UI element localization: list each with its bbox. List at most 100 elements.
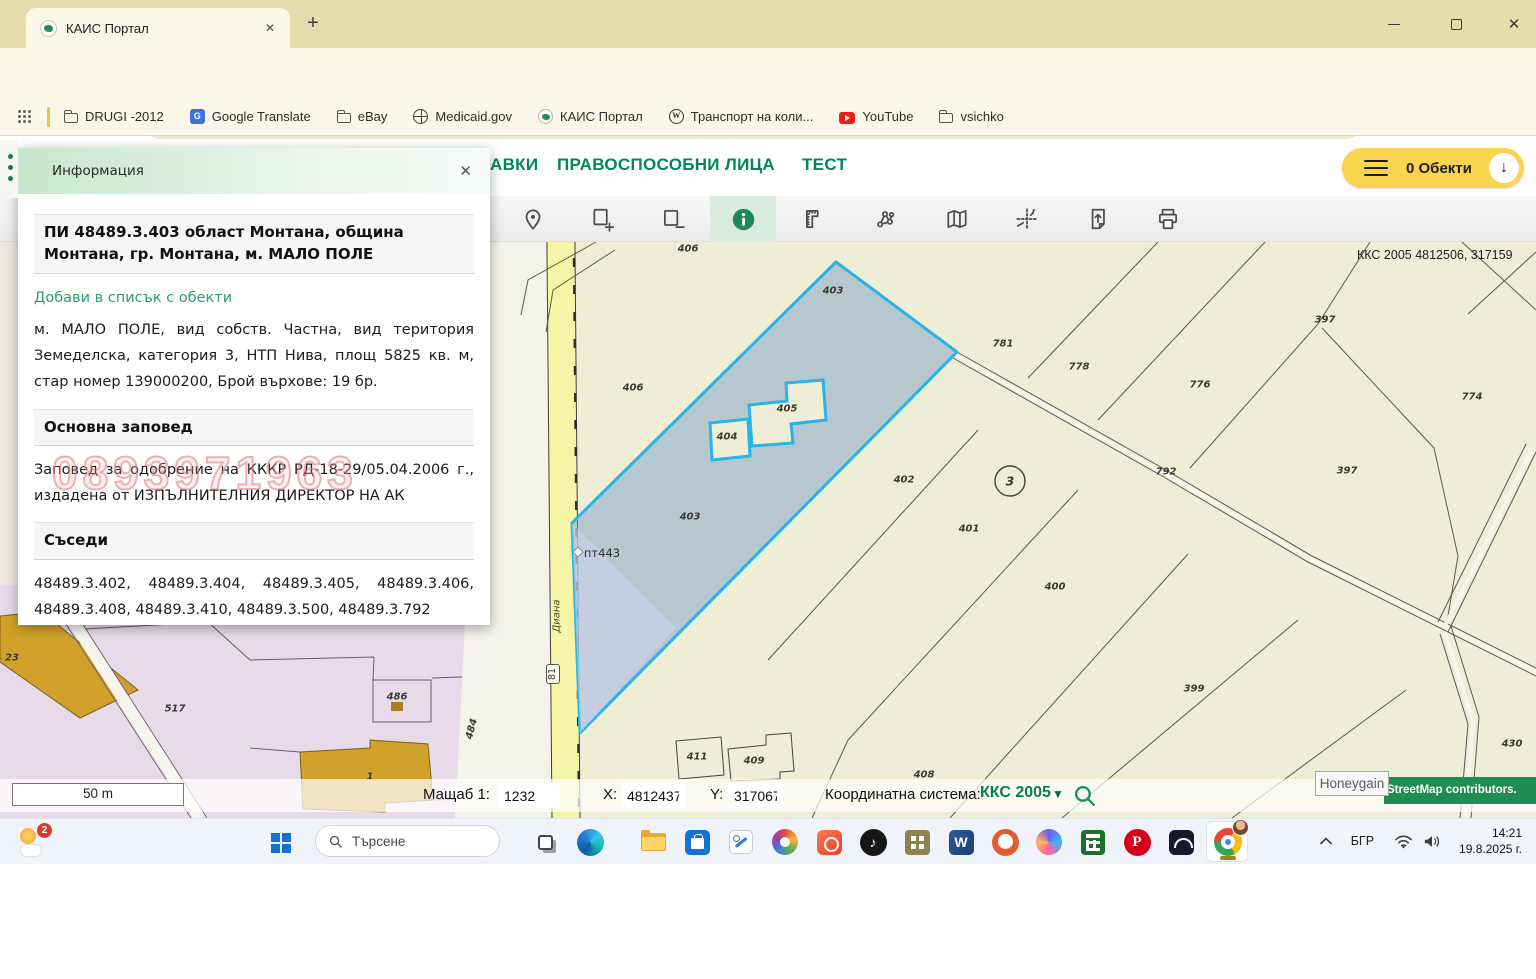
taskbar-search[interactable]: Търсене (315, 825, 500, 857)
tiktok-icon[interactable] (857, 826, 889, 858)
map-label: 406 (678, 244, 699, 255)
task-view-icon[interactable] (529, 826, 561, 858)
bookmark-item[interactable]: vsichko (939, 109, 1003, 124)
snipping-tool-icon[interactable] (725, 826, 757, 858)
remove-selection-tool[interactable] (640, 196, 706, 242)
phone-watermark: 0893971963 (52, 446, 358, 500)
keyboard-language[interactable]: БГР (1351, 834, 1374, 848)
info-panel-header: Информация ✕ (18, 148, 490, 194)
map-search-icon[interactable] (1072, 783, 1097, 808)
search-icon (328, 834, 343, 849)
objects-list-button[interactable]: 0 Обекти ↓ (1342, 148, 1524, 188)
windows-taskbar: 2 (0, 818, 1536, 864)
scale-input[interactable] (498, 783, 560, 808)
map-label: 517 (165, 704, 186, 715)
edge-icon[interactable] (574, 826, 606, 858)
map-label: 778 (1069, 362, 1090, 373)
tab-close-icon[interactable]: ✕ (260, 19, 280, 37)
locate-tool[interactable] (500, 196, 566, 242)
pinterest-icon[interactable] (1121, 826, 1153, 858)
bookmark-label: YouTube (862, 109, 913, 124)
info-panel-close-icon[interactable]: ✕ (455, 160, 476, 182)
x-coordinate-input[interactable] (621, 783, 685, 808)
file-explorer-icon[interactable] (637, 826, 669, 858)
browser-toolbar: kais.cadastre.bg/bg/Map ★ (0, 48, 1536, 98)
layers-menu-icon[interactable] (0, 140, 18, 198)
crs-label: Координатна система: (825, 786, 981, 803)
order-heading: Основна заповед (34, 409, 474, 447)
bookmark-item[interactable]: КАИС Портал (538, 109, 643, 124)
bookmark-label: Medicaid.gov (435, 109, 512, 124)
browser-tab[interactable]: КАИС Портал ✕ (26, 8, 290, 48)
map-attribution[interactable]: StreetMap contributors. (1384, 777, 1536, 804)
map-label: 403 (680, 512, 701, 523)
screen-recorder-icon[interactable] (813, 826, 845, 858)
download-arrow-icon[interactable]: ↓ (1489, 153, 1519, 183)
system-tray: БГР 14:21 19.8.2025 г. (1319, 818, 1536, 864)
bookmark-item[interactable]: DRUGI -2012 (64, 109, 164, 124)
export-tool[interactable] (1065, 196, 1131, 242)
bookmark-item[interactable]: Medicaid.gov (413, 109, 512, 124)
map-label: 23 (5, 653, 19, 664)
qr-scanner-icon[interactable] (901, 826, 933, 858)
crs-dropdown-caret-icon[interactable]: ▼ (1052, 787, 1064, 801)
clock[interactable]: 14:21 19.8.2025 г. (1459, 825, 1522, 857)
volume-icon[interactable] (1423, 834, 1441, 849)
new-tab-button[interactable]: + (300, 12, 326, 35)
bookmark-icon (538, 109, 553, 124)
map-label: 400 (1045, 582, 1066, 593)
window-close-button[interactable]: ✕ (1500, 12, 1528, 36)
bookmark-item[interactable]: Google Translate (190, 109, 311, 124)
add-to-objects-link[interactable]: Добави в списък с обекти (34, 290, 474, 306)
bookmark-label: eBay (358, 109, 388, 124)
coordinates-tool[interactable] (994, 196, 1060, 242)
running-indicator (1220, 856, 1236, 860)
tray-expand-icon[interactable] (1319, 836, 1333, 846)
info-tool[interactable] (710, 196, 776, 242)
calculator-icon[interactable] (1077, 826, 1109, 858)
add-selection-tool[interactable] (570, 196, 636, 242)
crs-selected-value[interactable]: ККС 2005 (980, 784, 1051, 802)
info-panel-title: Информация (52, 163, 455, 179)
weather-widget-icon[interactable]: 2 (18, 826, 50, 858)
map-label: 411 (687, 752, 708, 763)
map-label: 406 (623, 383, 644, 394)
map-label: 776 (1190, 380, 1211, 391)
nav-link[interactable]: ТЕСТ (802, 155, 847, 175)
map-label: 399 (1184, 684, 1205, 695)
print-tool[interactable] (1135, 196, 1201, 242)
wifi-icon[interactable] (1394, 834, 1413, 849)
tray-date: 19.8.2025 г. (1459, 841, 1522, 857)
speedtest-icon[interactable] (1165, 826, 1197, 858)
map-label: 397 (1337, 466, 1358, 477)
vertices-tool[interactable] (852, 196, 918, 242)
copilot-icon[interactable] (1033, 826, 1065, 858)
map-label: пт443 (584, 546, 620, 560)
x-label: X: (603, 786, 617, 803)
objects-count-label: 0 Обекти (1406, 160, 1489, 177)
nav-link[interactable]: АВКИ (490, 155, 538, 175)
map-label: 81 (546, 664, 560, 684)
map-label: 402 (894, 475, 915, 486)
chrome-icon-active[interactable] (1206, 821, 1248, 862)
apps-grid-icon[interactable] (18, 110, 31, 123)
window-maximize-button[interactable] (1442, 12, 1470, 36)
y-label: Y: (710, 786, 723, 803)
nav-link[interactable]: ПРАВОСПОСОБНИ ЛИЦА (557, 155, 775, 175)
bookmark-item[interactable]: eBay (337, 109, 388, 124)
bookmark-item[interactable]: YouTube (839, 109, 913, 124)
word-icon[interactable] (945, 826, 977, 858)
window-minimize-button[interactable] (1380, 12, 1408, 36)
y-coordinate-input[interactable] (728, 783, 783, 808)
bookmarks-list: DRUGI -2012 Google Translate eBay Medica… (64, 109, 1004, 124)
bookmark-icon (839, 112, 855, 124)
paint-icon[interactable] (769, 826, 801, 858)
map-label: 486 (387, 692, 408, 703)
basemap-tool[interactable] (924, 196, 990, 242)
microsoft-store-icon[interactable] (681, 826, 713, 858)
start-button[interactable] (264, 826, 296, 858)
duckduckgo-icon[interactable] (989, 826, 1021, 858)
measure-tool[interactable] (782, 196, 848, 242)
bookmark-item[interactable]: Транспорт на коли... (669, 109, 814, 124)
bookmark-label: DRUGI -2012 (85, 109, 164, 124)
